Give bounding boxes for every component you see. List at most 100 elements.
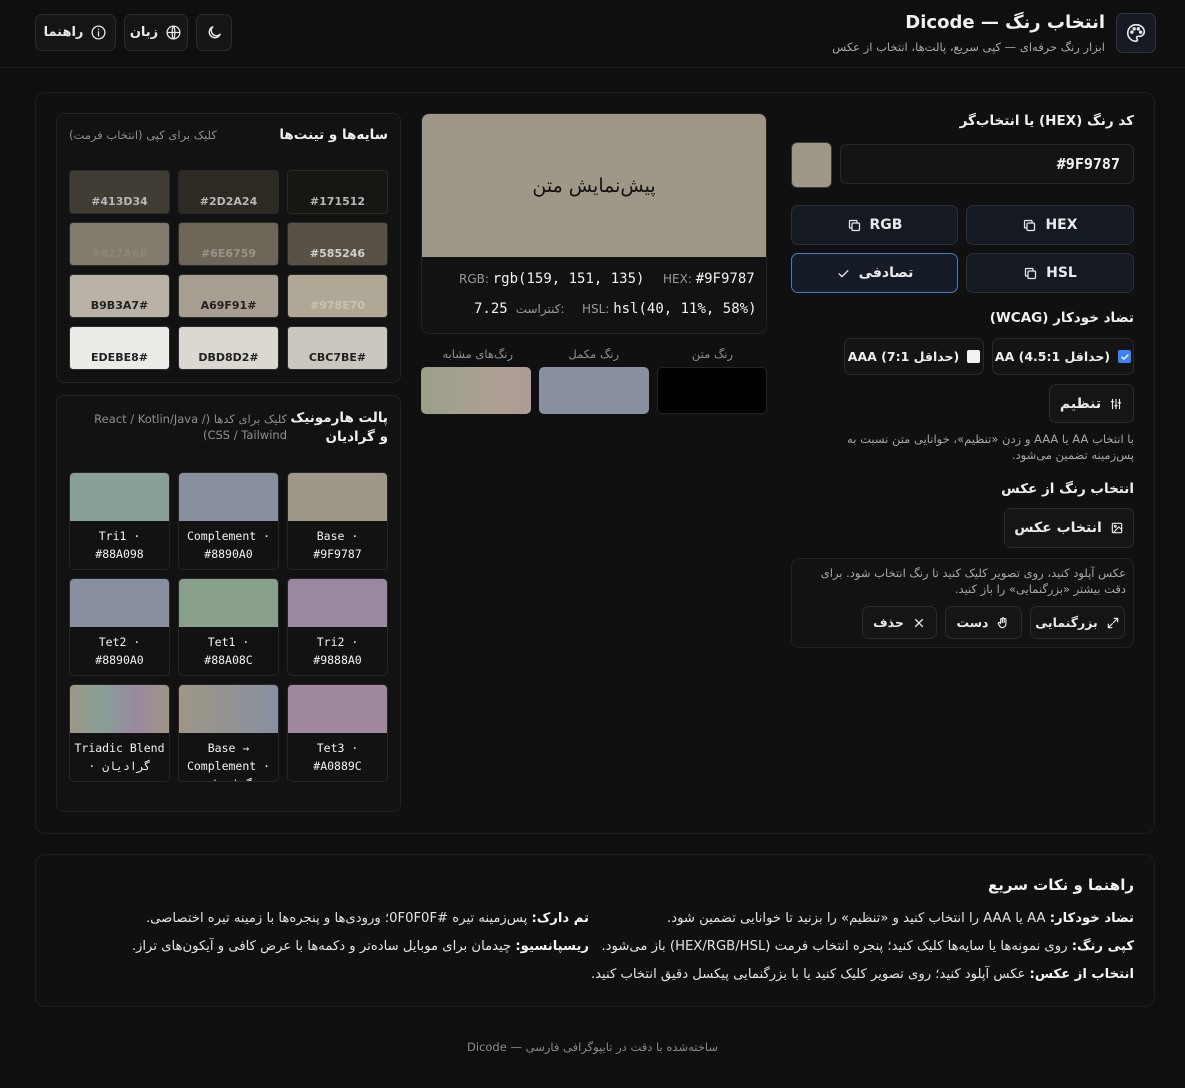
hex-info-label: HEX: <box>663 272 692 286</box>
harmony-name: Tet2 · <box>98 635 141 649</box>
harmony-color <box>288 473 387 521</box>
harmony-color <box>179 473 278 521</box>
check-icon <box>838 269 849 277</box>
tip-bold: تضاد خودکار: <box>1049 911 1134 926</box>
harmony-name: Tri2 · <box>316 635 359 649</box>
hex-input[interactable]: #9F9787 <box>840 144 1134 184</box>
tip-copy-color: کپی رنگ: روی نمونه‌ها یا سایه‌ها کلیک کن… <box>601 939 1134 954</box>
shade-swatch[interactable]: A69F91# <box>178 274 279 318</box>
harmony-value: #A0889C <box>313 759 362 773</box>
guide-button[interactable]: راهنما <box>35 14 116 51</box>
shade-swatch[interactable]: DBD8D2# <box>178 326 279 370</box>
shade-swatch[interactable]: #2D2A24 <box>178 170 279 214</box>
preview-text: پیش‌نمایش متن <box>532 174 656 197</box>
shade-swatch[interactable]: #585246 <box>287 222 388 266</box>
shade-swatch[interactable]: #827A6B <box>69 222 170 266</box>
text-color-label: رنگ متن <box>691 347 733 361</box>
random-color-label: تصادفی <box>858 265 914 281</box>
aa-checkbox[interactable]: AA (حداقل 4.5:1) <box>992 338 1134 375</box>
hand-icon <box>998 616 1007 628</box>
harmony-card[interactable]: Tet2 · #8890A0 <box>69 578 170 676</box>
choose-image-label: انتخاب عکس <box>1014 520 1102 536</box>
harmony-name: Tet3 · <box>316 741 359 755</box>
zoom-button[interactable]: بزرگنمایی <box>1030 606 1125 639</box>
copy-hex-button[interactable]: HEX <box>966 205 1134 245</box>
shade-swatch[interactable]: #413D34 <box>69 170 170 214</box>
adjust-label: تنظیم <box>1059 395 1102 412</box>
shade-hex-label: #2D2A24 <box>199 195 258 208</box>
harmony-card[interactable]: Base → Complement · گرادیان <box>178 684 279 782</box>
delete-image-button[interactable]: حذف <box>862 606 937 639</box>
harmony-title: پالت هارمونیک و گرادیان <box>290 410 388 445</box>
copy-icon <box>848 219 860 231</box>
contrast-info: 7.25 کنتراست: <box>474 301 565 317</box>
harmony-value: · گرادیان <box>88 759 151 773</box>
harmony-label: Tet2 · #8890A0 <box>70 627 169 675</box>
checkbox-checked-icon <box>1118 350 1132 363</box>
contrast-title: تضاد خودکار (WCAG) <box>989 310 1134 326</box>
text-preview-area: پیش‌نمایش متن <box>422 114 766 257</box>
harmony-card[interactable]: Tet3 · #A0889C <box>287 684 388 782</box>
guide-label: راهنما <box>43 25 84 40</box>
harmony-value: #8890A0 <box>204 547 253 561</box>
harmony-label: Tet1 · #88A08C <box>179 627 278 675</box>
shade-hex-label: B9B3A7# <box>90 299 149 312</box>
contrast-value: 7.25 <box>474 301 508 317</box>
shade-swatch[interactable]: CBC7BE# <box>287 326 388 370</box>
adjust-button[interactable]: تنظیم <box>1049 384 1134 423</box>
shade-hex-label: #585246 <box>309 247 366 260</box>
random-color-button[interactable]: تصادفی <box>791 253 958 293</box>
harmony-card[interactable]: Tri1 · #88A098 <box>69 472 170 570</box>
tip-responsive: ریسپانسیو: چیدمان برای موبایل ساده‌تر و … <box>132 939 589 954</box>
shade-swatch[interactable]: EDEBE8# <box>69 326 170 370</box>
harmony-value: #88A098 <box>95 547 144 561</box>
harmony-name: Tri1 · <box>98 529 141 543</box>
tip-dark-theme: تم دارک: پس‌زمینه تیره #0F0F0F؛ ورودی‌ها… <box>146 911 589 926</box>
harmony-name: Tet1 · <box>207 635 250 649</box>
copy-rgb-button[interactable]: RGB <box>791 205 958 245</box>
harmony-label: Base → Complement · گرادیان <box>179 733 278 781</box>
shade-swatch[interactable]: B9B3A7# <box>69 274 170 318</box>
hex-info-value[interactable]: #9F9787 <box>696 271 755 287</box>
complement-swatch[interactable] <box>539 367 649 414</box>
shade-swatch[interactable]: #978E70 <box>287 274 388 318</box>
complement-label: رنگ مکمل <box>568 347 619 361</box>
harmony-card[interactable]: Tri2 · #9888A0 <box>287 578 388 676</box>
aaa-checkbox[interactable]: AAA (حداقل 7:1) <box>844 338 984 375</box>
copy-hsl-button[interactable]: HSL <box>966 253 1134 293</box>
harmony-card[interactable]: Tet1 · #88A08C <box>178 578 279 676</box>
harmony-name: Base · <box>316 529 359 543</box>
hand-tool-button[interactable]: دست <box>945 606 1022 639</box>
tip-text: روی نمونه‌ها یا سایه‌ها کلیک کنید؛ پنجره… <box>601 939 1072 954</box>
globe-icon <box>166 25 181 40</box>
hsl-info-value[interactable]: hsl(40, 11%, 58%) <box>613 301 756 317</box>
hsl-info: HSL: hsl(40, 11%, 58%) <box>582 301 757 317</box>
shade-swatch[interactable]: #171512 <box>287 170 388 214</box>
shade-swatch[interactable]: #6E6759 <box>178 222 279 266</box>
harmony-label: Tri2 · #9888A0 <box>288 627 387 675</box>
choose-image-button[interactable]: انتخاب عکس <box>1004 508 1134 548</box>
harmony-color <box>179 579 278 627</box>
shade-hex-label: A69F91# <box>200 299 257 312</box>
moon-icon <box>208 26 221 39</box>
text-color-swatch[interactable] <box>657 367 767 414</box>
harmony-name: Complement · <box>186 529 271 543</box>
tip-text: پس‌زمینه تیره #0F0F0F؛ ورودی‌ها و پنجره‌… <box>145 911 532 926</box>
tip-image-pick: انتخاب از عکس: عکس آپلود کنید؛ روی تصویر… <box>591 967 1134 982</box>
harmony-card[interactable]: Complement · #8890A0 <box>178 472 279 570</box>
copy-icon <box>1024 219 1036 231</box>
harmony-card[interactable]: Base · #9F9787 <box>287 472 388 570</box>
sliders-icon <box>1110 398 1122 409</box>
language-button[interactable]: زبان <box>124 14 188 51</box>
color-picker-swatch[interactable] <box>791 142 832 188</box>
harmony-hint: کلیک برای کدها (/ React / Kotlin/Java CS… <box>94 412 287 442</box>
zoom-label: بزرگنمایی <box>1035 615 1098 630</box>
harmony-color <box>70 685 169 733</box>
contrast-help-text: با انتخاب AA یا AAA و زدن «تنظیم»، خوانا… <box>847 432 1134 462</box>
similar-colors-swatch[interactable] <box>421 367 531 414</box>
rgb-info-label: RGB: <box>459 272 489 286</box>
harmony-value: #8890A0 <box>95 653 144 667</box>
rgb-info-value[interactable]: rgb(159, 151, 135) <box>493 271 645 287</box>
harmony-card[interactable]: Triadic Blend · گرادیان <box>69 684 170 782</box>
theme-toggle-button[interactable] <box>196 14 232 51</box>
